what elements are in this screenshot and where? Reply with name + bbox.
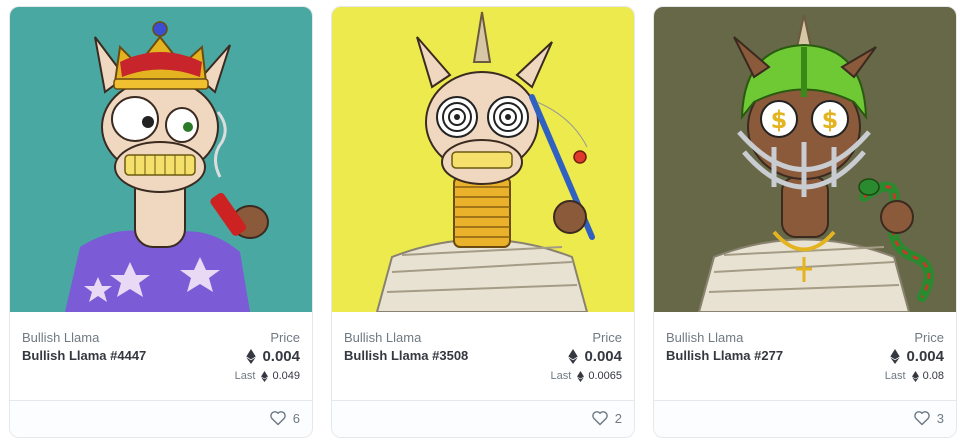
price-label: Price [914, 330, 944, 345]
nft-card-grid: Bullish Llama Bullish Llama #4447 Price … [0, 0, 966, 447]
price-value: 0.004 [262, 348, 300, 365]
llama-crown-artwork [10, 7, 312, 312]
svg-text:$: $ [822, 106, 839, 134]
card-footer: 3 [654, 400, 956, 437]
like-count: 6 [292, 410, 300, 426]
svg-text:$: $ [771, 106, 788, 134]
nft-image[interactable] [10, 7, 312, 312]
current-price: 0.004 [568, 348, 622, 365]
ethereum-icon [577, 370, 585, 382]
card-info: Bullish Llama Bullish Llama #277 Price 0… [654, 312, 956, 400]
last-sale: Last 0.08 [885, 370, 944, 382]
collection-name[interactable]: Bullish Llama [344, 330, 421, 345]
nft-image[interactable]: $ $ [654, 7, 956, 312]
nft-image[interactable] [332, 7, 634, 312]
last-sale: Last 0.049 [235, 370, 300, 382]
llama-helmet-artwork: $ $ [654, 7, 956, 312]
heart-outline-icon[interactable] [913, 410, 931, 426]
current-price: 0.004 [890, 348, 944, 365]
nft-card[interactable]: Bullish Llama Bullish Llama #4447 Price … [9, 6, 313, 438]
last-label: Last [550, 370, 572, 382]
like-button[interactable]: 2 [591, 410, 622, 426]
nft-card[interactable]: Bullish Llama Bullish Llama #3508 Price … [331, 6, 635, 438]
card-info: Bullish Llama Bullish Llama #3508 Price … [332, 312, 634, 400]
price-value: 0.004 [584, 348, 622, 365]
price-label: Price [592, 330, 622, 345]
last-label: Last [884, 370, 906, 382]
nft-name[interactable]: Bullish Llama #277 [666, 348, 783, 363]
ethereum-icon [890, 349, 901, 364]
card-footer: 6 [10, 400, 312, 437]
price-label: Price [270, 330, 300, 345]
ethereum-icon [246, 349, 257, 364]
last-price-value: 0.08 [922, 370, 944, 382]
last-price-value: 0.049 [272, 370, 300, 382]
ethereum-icon [911, 370, 919, 382]
collection-name[interactable]: Bullish Llama [22, 330, 99, 345]
ethereum-icon [261, 370, 269, 382]
heart-outline-icon[interactable] [591, 410, 609, 426]
card-footer: 2 [332, 400, 634, 437]
nft-card[interactable]: $ $ Bullish Llama Bullish Llama #277 Pri… [653, 6, 957, 438]
current-price: 0.004 [246, 348, 300, 365]
nft-name[interactable]: Bullish Llama #3508 [344, 348, 468, 363]
heart-outline-icon[interactable] [269, 410, 287, 426]
ethereum-icon [568, 349, 579, 364]
like-button[interactable]: 6 [269, 410, 300, 426]
card-info: Bullish Llama Bullish Llama #4447 Price … [10, 312, 312, 400]
last-price-value: 0.0065 [588, 370, 622, 382]
collection-name[interactable]: Bullish Llama [666, 330, 743, 345]
last-label: Last [234, 370, 256, 382]
llama-mummy-artwork [332, 7, 634, 312]
like-count: 2 [614, 410, 622, 426]
last-sale: Last 0.0065 [551, 370, 622, 382]
like-button[interactable]: 3 [913, 410, 944, 426]
nft-name[interactable]: Bullish Llama #4447 [22, 348, 146, 363]
price-value: 0.004 [906, 348, 944, 365]
like-count: 3 [936, 410, 944, 426]
